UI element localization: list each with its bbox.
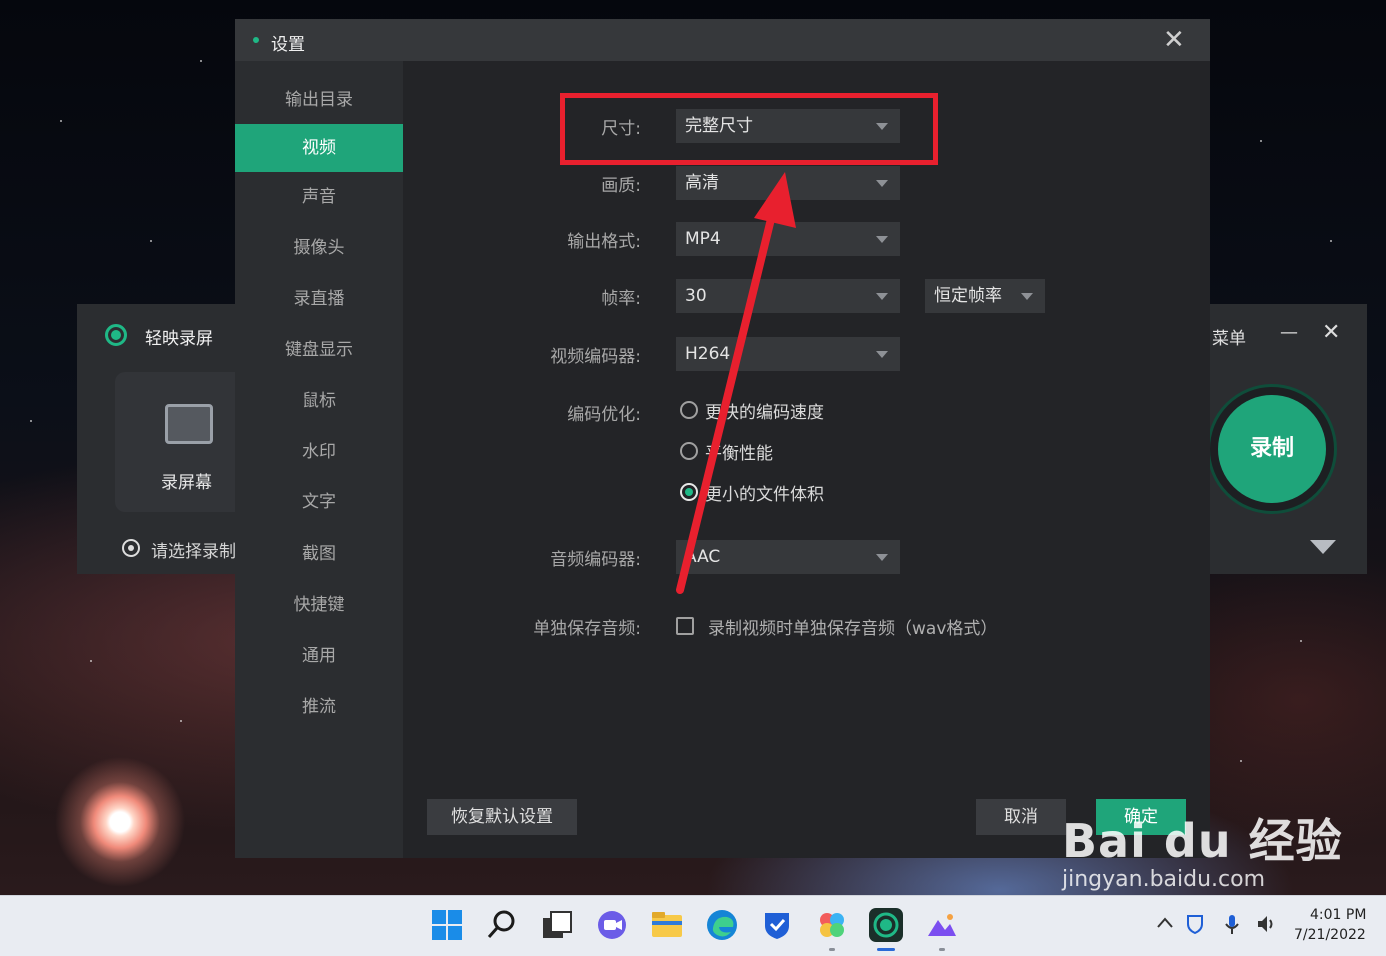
running-indicator — [939, 948, 945, 951]
photo-editor-icon[interactable] — [925, 908, 959, 942]
running-indicator — [829, 948, 835, 951]
task-view-icon[interactable] — [540, 908, 574, 942]
baidu-watermark: Bai du 经验 jingyan.baidu.com — [1062, 805, 1343, 892]
volume-icon[interactable] — [1256, 914, 1278, 938]
chat-icon[interactable] — [595, 908, 629, 942]
security-shield-icon[interactable] — [760, 908, 794, 942]
clock-date[interactable]: 7/21/2022 — [1294, 927, 1366, 943]
screen-recorder-taskbar-icon[interactable] — [869, 908, 903, 942]
watermark-main: Bai du 经验 — [1062, 814, 1343, 868]
search-icon[interactable] — [485, 908, 519, 942]
clock-time[interactable]: 4:01 PM — [1310, 907, 1366, 923]
taskbar: 4:01 PM 7/21/2022 — [0, 895, 1386, 956]
photos-app-icon[interactable] — [815, 908, 849, 942]
active-indicator — [877, 948, 895, 951]
file-explorer-icon[interactable] — [650, 908, 684, 942]
edge-browser-icon[interactable] — [705, 908, 739, 942]
chevron-up-icon[interactable] — [1156, 914, 1174, 933]
start-menu-icon[interactable] — [430, 908, 464, 942]
microphone-icon[interactable] — [1224, 914, 1240, 940]
shield-tray-icon[interactable] — [1186, 914, 1204, 938]
